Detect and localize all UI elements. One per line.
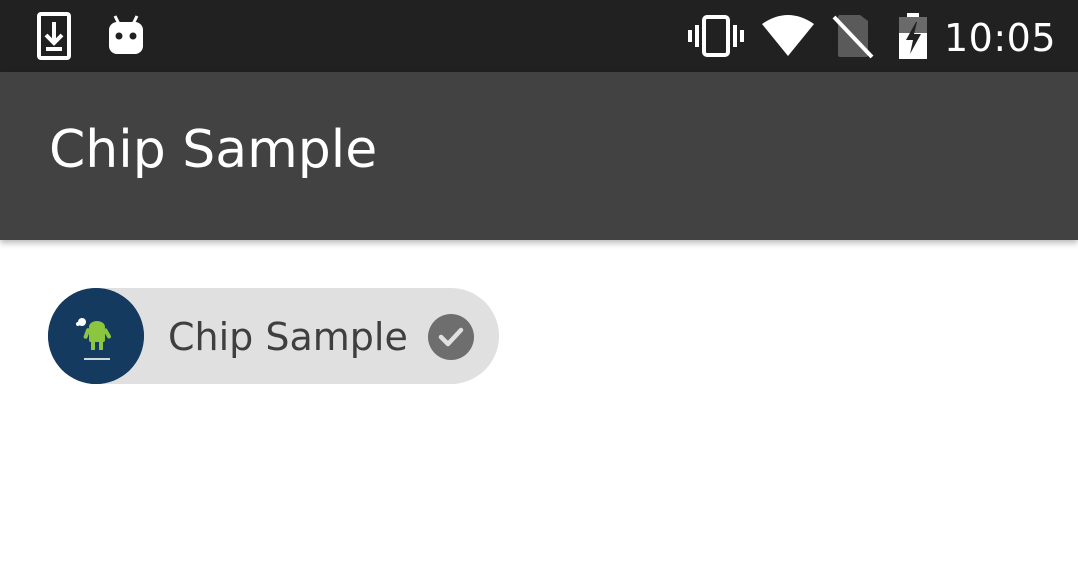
check-circle-icon[interactable] <box>428 314 474 360</box>
android-debug-icon <box>106 0 146 72</box>
no-sim-icon <box>832 0 874 72</box>
vibrate-icon <box>688 0 744 72</box>
app-title: Chip Sample <box>49 120 378 180</box>
app-bar: Chip Sample <box>0 72 1078 240</box>
android-avatar-icon <box>48 288 144 384</box>
status-bar: 10:05 <box>0 0 1078 72</box>
chip[interactable]: Chip Sample <box>48 288 499 384</box>
wifi-icon <box>760 0 816 72</box>
battery-charging-icon <box>896 0 930 72</box>
download-notification-icon <box>36 0 72 72</box>
status-time: 10:05 <box>943 16 1056 60</box>
chip-label: Chip Sample <box>168 315 408 359</box>
